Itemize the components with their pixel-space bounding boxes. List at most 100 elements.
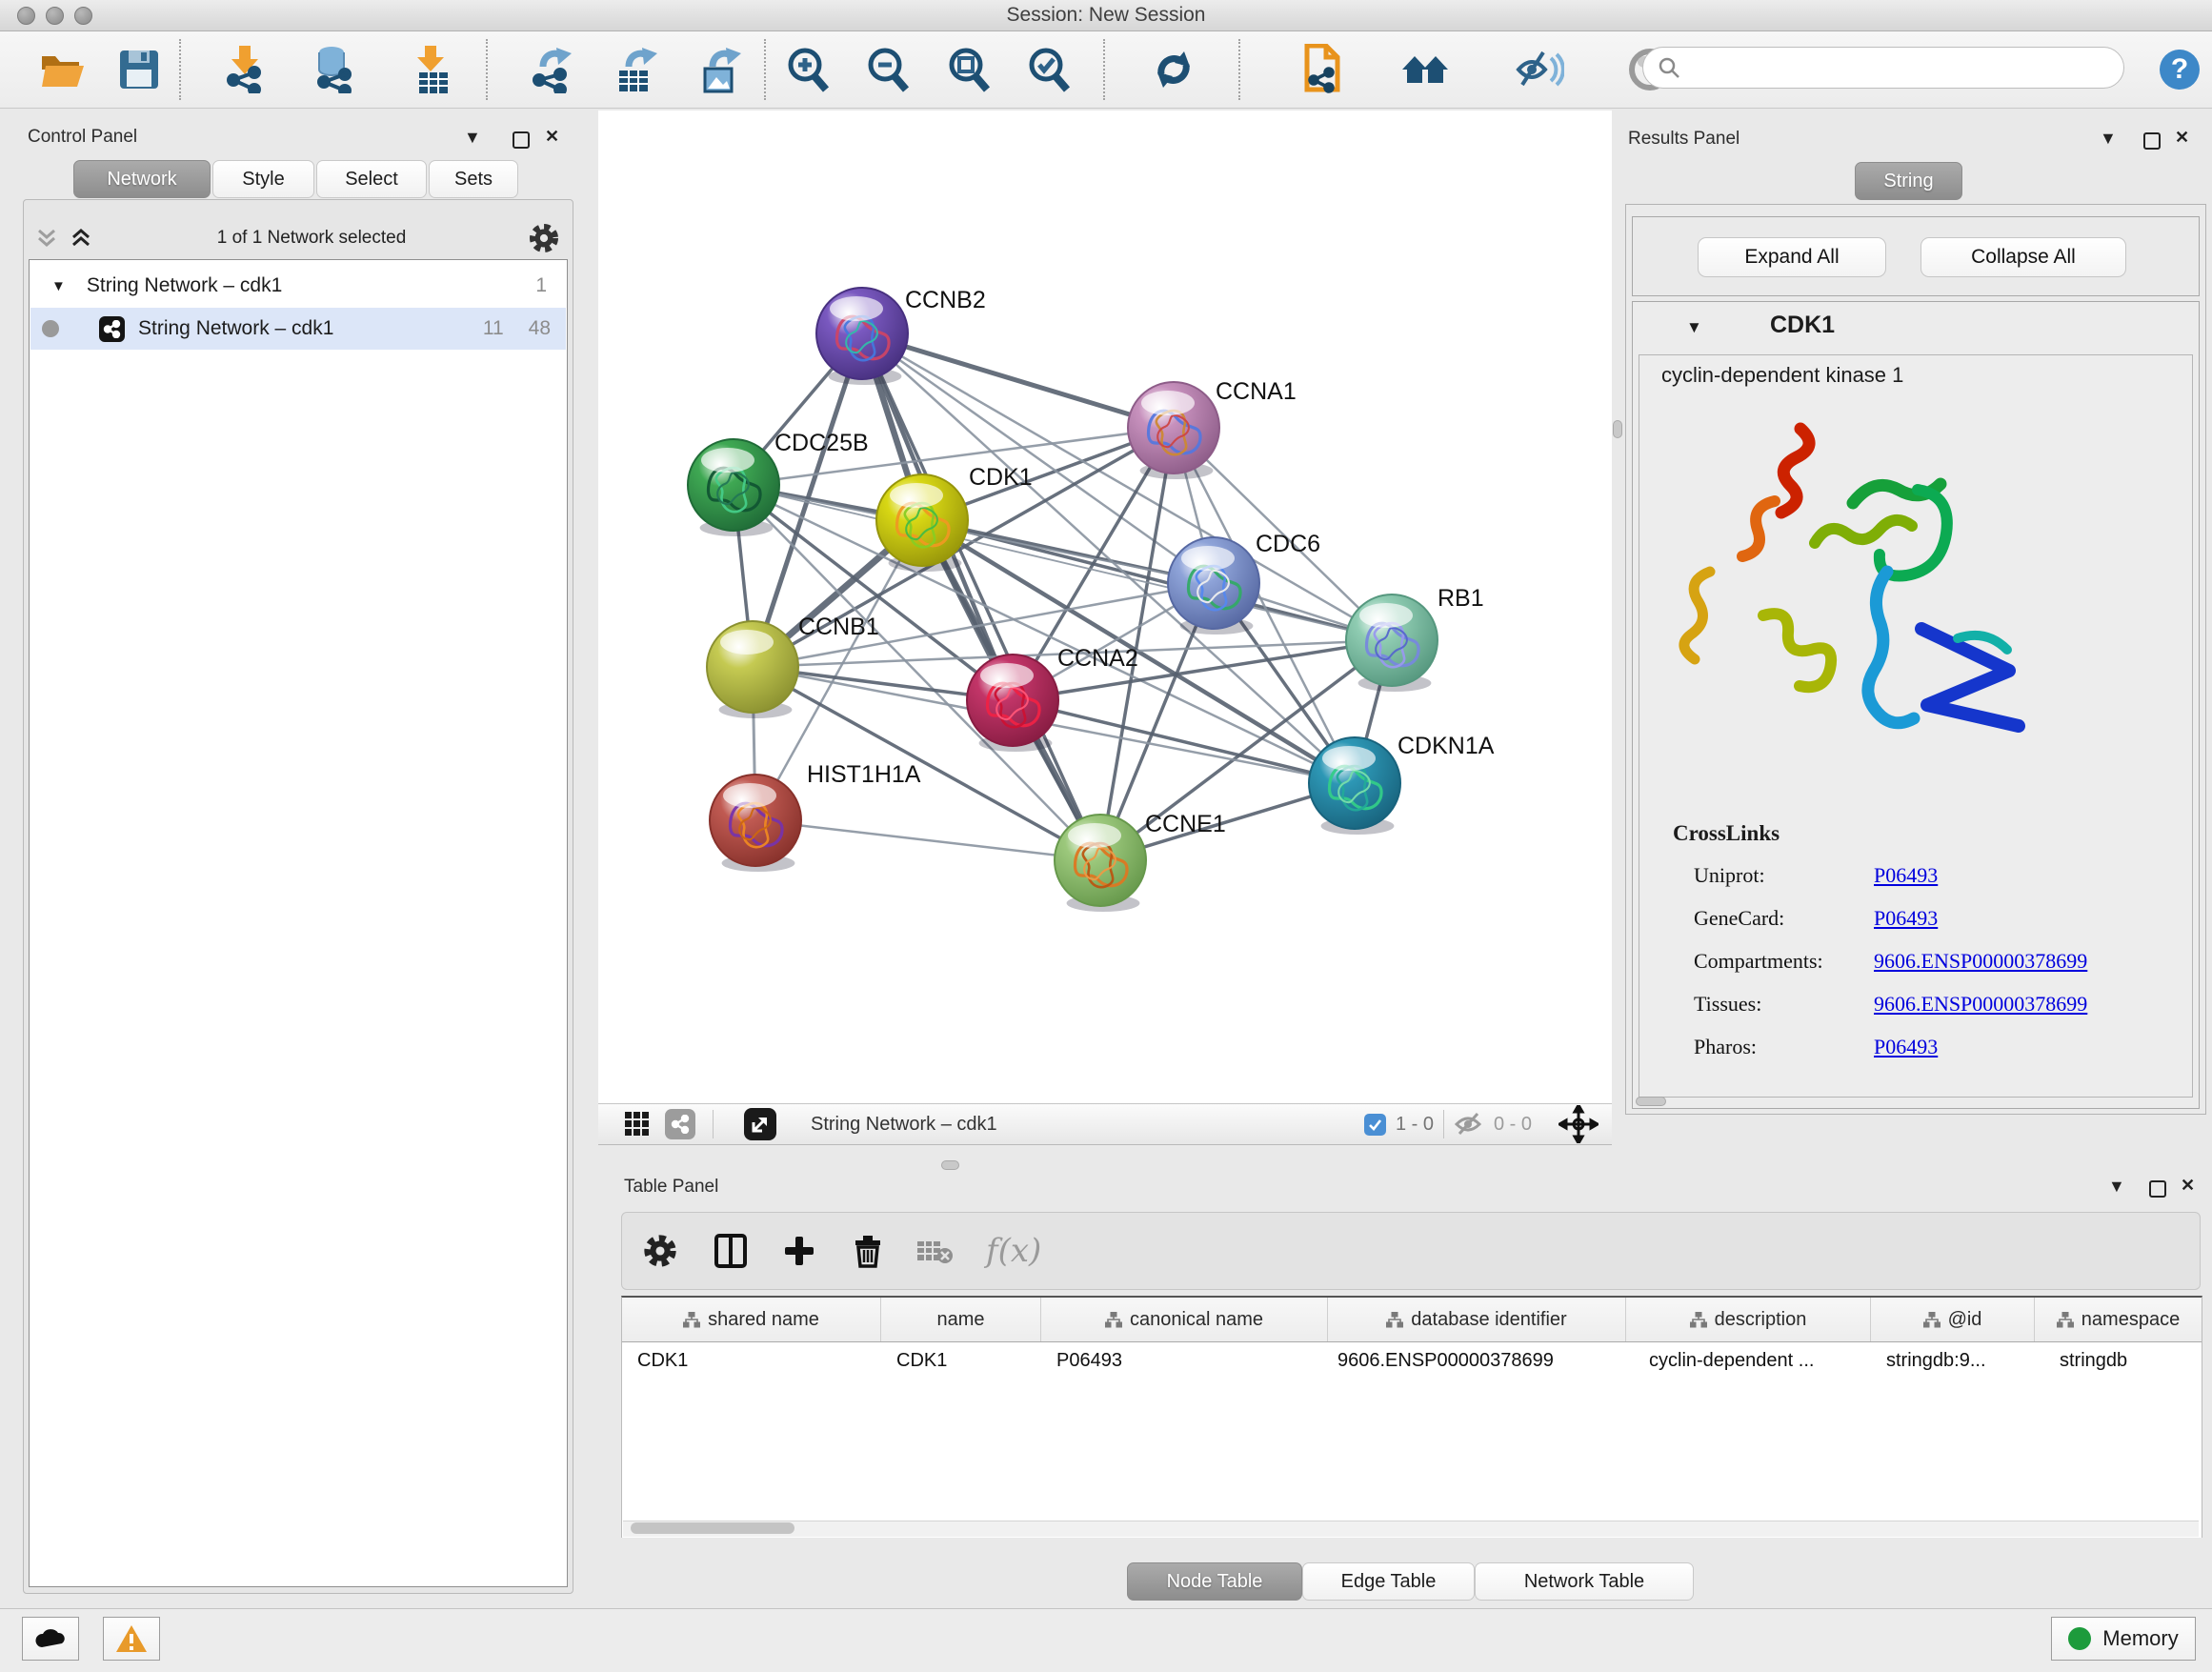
network-node-rb1[interactable] bbox=[1346, 594, 1438, 692]
crosslink-uniprot-link[interactable]: P06493 bbox=[1874, 863, 1938, 888]
column-header[interactable]: name bbox=[881, 1298, 1041, 1341]
network-node-cdc6[interactable] bbox=[1168, 537, 1259, 635]
import-network-database-icon[interactable] bbox=[309, 45, 358, 94]
open-file-icon[interactable] bbox=[38, 45, 88, 94]
column-header[interactable]: shared name bbox=[622, 1298, 881, 1341]
zoom-selected-icon[interactable] bbox=[1024, 45, 1074, 94]
node-label-rb1: RB1 bbox=[1438, 585, 1484, 612]
expand-all-button[interactable]: Expand All bbox=[1698, 237, 1886, 277]
save-session-icon[interactable] bbox=[114, 45, 164, 94]
collapse-all-button[interactable]: Collapse All bbox=[1920, 237, 2126, 277]
network-edge[interactable] bbox=[755, 820, 1100, 860]
cell-canonical-name[interactable]: P06493 bbox=[1041, 1342, 1328, 1379]
crosslink-tissues-link[interactable]: 9606.ENSP00000378699 bbox=[1874, 992, 2087, 1017]
tab-string[interactable]: String bbox=[1855, 162, 1962, 200]
zoom-in-icon[interactable] bbox=[783, 45, 833, 94]
selected-checkbox-icon[interactable] bbox=[1364, 1114, 1386, 1136]
tab-sets[interactable]: Sets bbox=[429, 160, 518, 198]
show-columns-icon[interactable] bbox=[702, 1224, 759, 1278]
network-node-hist1h1a[interactable] bbox=[710, 775, 801, 872]
search-field[interactable] bbox=[1689, 56, 2102, 80]
results-panel-maximize-icon[interactable] bbox=[2143, 132, 2161, 154]
table-hscrollbar[interactable] bbox=[623, 1521, 2199, 1537]
share-document-icon[interactable] bbox=[1296, 45, 1345, 94]
table-panel-float-icon[interactable]: ▼ bbox=[2108, 1177, 2125, 1197]
add-column-icon[interactable] bbox=[771, 1224, 828, 1278]
export-network-icon[interactable] bbox=[528, 45, 577, 94]
network-node-ccna1[interactable] bbox=[1128, 382, 1219, 479]
network-share-icon[interactable] bbox=[665, 1109, 695, 1139]
control-panel-close-icon[interactable]: ✕ bbox=[545, 127, 559, 147]
tree-expander-icon[interactable]: ▼ bbox=[51, 278, 66, 294]
node-label-ccnb1: CCNB1 bbox=[798, 614, 879, 640]
column-header[interactable]: canonical name bbox=[1041, 1298, 1328, 1341]
import-table-icon[interactable] bbox=[408, 45, 457, 94]
zoom-out-icon[interactable] bbox=[863, 45, 913, 94]
cdk1-expander-icon[interactable]: ▼ bbox=[1686, 318, 1702, 337]
crosslink-pharos-link[interactable]: P06493 bbox=[1874, 1035, 1938, 1059]
search-input[interactable] bbox=[1642, 47, 2124, 89]
column-header[interactable]: namespace bbox=[2035, 1298, 2202, 1341]
fit-selected-crosshair-icon[interactable] bbox=[1558, 1105, 1599, 1143]
vertical-splitter-handle[interactable] bbox=[1613, 420, 1622, 438]
delete-column-icon[interactable] bbox=[839, 1224, 896, 1278]
tab-select[interactable]: Select bbox=[316, 160, 427, 198]
network-node-cdkn1a[interactable] bbox=[1309, 737, 1400, 835]
zoom-fit-icon[interactable] bbox=[944, 45, 994, 94]
network-node-ccne1[interactable] bbox=[1055, 815, 1146, 912]
toolbar-separator bbox=[486, 39, 488, 100]
grid-view-icon[interactable] bbox=[623, 1110, 652, 1138]
cell-namespace[interactable]: stringdb bbox=[2035, 1342, 2202, 1379]
cell-shared-name[interactable]: CDK1 bbox=[622, 1342, 881, 1379]
column-header[interactable]: database identifier bbox=[1328, 1298, 1626, 1341]
collapse-all-icon[interactable] bbox=[34, 226, 59, 251]
network-node-cdc25b[interactable] bbox=[688, 439, 779, 536]
network-edge[interactable] bbox=[862, 333, 1174, 428]
network-canvas[interactable]: CCNB2CCNA1CDC25BCDK1CDC6RB1CCNB1CCNA2CDK… bbox=[598, 111, 1612, 1103]
crosslink-compartments-link[interactable]: 9606.ENSP00000378699 bbox=[1874, 949, 2087, 974]
crosslink-genecard-link[interactable]: P06493 bbox=[1874, 906, 1938, 931]
open-in-window-icon[interactable] bbox=[744, 1108, 776, 1140]
table-panel-maximize-icon[interactable] bbox=[2149, 1180, 2166, 1202]
network-list-gear-icon[interactable] bbox=[530, 224, 558, 252]
tab-style[interactable]: Style bbox=[212, 160, 314, 198]
crosslink-label: Compartments: bbox=[1694, 949, 1823, 974]
control-panel-float-icon[interactable]: ▼ bbox=[464, 128, 481, 148]
node-label-cdc25b: CDC25B bbox=[774, 430, 869, 456]
table-panel-close-icon[interactable]: ✕ bbox=[2181, 1176, 2195, 1196]
horizontal-splitter-handle[interactable] bbox=[941, 1160, 959, 1170]
network-node-ccnb1[interactable] bbox=[707, 621, 798, 718]
results-scrollbar-thumb[interactable] bbox=[1636, 1097, 1666, 1106]
table-gear-icon[interactable] bbox=[632, 1224, 689, 1278]
tab-network-table[interactable]: Network Table bbox=[1475, 1562, 1694, 1601]
cloud-button[interactable] bbox=[22, 1617, 79, 1661]
network-graph[interactable]: CCNB2CCNA1CDC25BCDK1CDC6RB1CCNB1CCNA2CDK… bbox=[598, 111, 1612, 1103]
warning-button[interactable] bbox=[103, 1617, 160, 1661]
hide-panels-eye-icon[interactable] bbox=[1515, 45, 1564, 94]
column-header[interactable]: @id bbox=[1871, 1298, 2035, 1341]
expand-all-icon[interactable] bbox=[69, 226, 93, 251]
column-header[interactable]: description bbox=[1626, 1298, 1871, 1341]
memory-button[interactable]: Memory bbox=[2051, 1617, 2196, 1661]
network-row-selected[interactable]: String Network – cdk1 11 48 bbox=[30, 308, 566, 350]
results-panel-close-icon[interactable]: ✕ bbox=[2175, 128, 2189, 148]
home-pages-icon[interactable] bbox=[1400, 45, 1450, 94]
tab-node-table[interactable]: Node Table bbox=[1127, 1562, 1302, 1601]
export-table-icon[interactable] bbox=[612, 45, 661, 94]
cell-database-identifier[interactable]: 9606.ENSP00000378699 bbox=[1328, 1342, 1626, 1379]
table-hscrollbar-thumb[interactable] bbox=[631, 1522, 794, 1534]
cell-id[interactable]: stringdb:9... bbox=[1871, 1342, 2035, 1379]
network-collection-row[interactable]: ▼ String Network – cdk1 1 bbox=[30, 265, 566, 307]
tab-edge-table[interactable]: Edge Table bbox=[1302, 1562, 1475, 1601]
network-type-icon bbox=[99, 316, 125, 342]
import-network-file-icon[interactable] bbox=[220, 45, 270, 94]
table-row[interactable]: CDK1 CDK1 P06493 9606.ENSP00000378699 cy… bbox=[622, 1342, 2202, 1379]
refresh-icon[interactable] bbox=[1149, 45, 1198, 94]
cell-description[interactable]: cyclin-dependent ... bbox=[1626, 1342, 1871, 1379]
help-icon[interactable]: ? bbox=[2155, 45, 2204, 94]
tab-network[interactable]: Network bbox=[73, 160, 211, 198]
control-panel-maximize-icon[interactable] bbox=[513, 131, 530, 153]
results-panel-float-icon[interactable]: ▼ bbox=[2100, 129, 2117, 149]
export-image-icon[interactable] bbox=[695, 45, 745, 94]
cell-name[interactable]: CDK1 bbox=[881, 1342, 1041, 1379]
